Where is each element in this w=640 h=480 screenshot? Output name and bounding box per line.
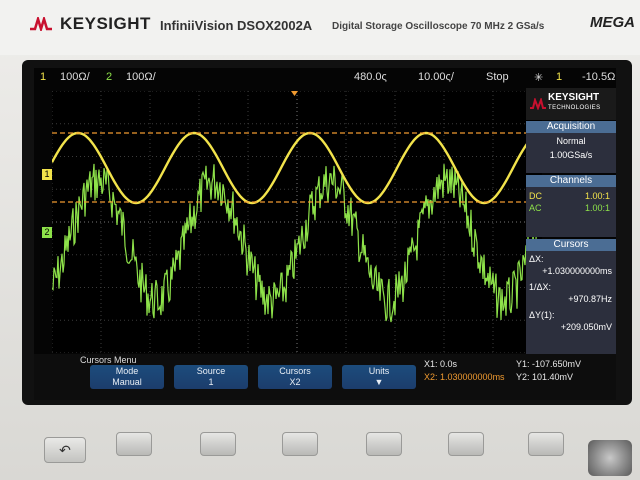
channels-header[interactable]: Channels <box>526 175 616 187</box>
ch1-scale[interactable]: 100Ω/ <box>60 71 90 83</box>
panel-logo: KEYSIGHT TECHNOLOGIES <box>526 88 616 120</box>
back-button[interactable]: ↶ <box>44 437 86 463</box>
trigger-edge-icon: ✳ <box>534 72 544 84</box>
ch1-ground-marker[interactable]: 1 <box>42 169 52 180</box>
softkey-hw-button-4[interactable] <box>366 432 402 456</box>
softkey-hw-button-2[interactable] <box>200 432 236 456</box>
waveform-display[interactable] <box>50 90 543 354</box>
model-name: InfiniiVision DSOX2002A <box>160 18 313 33</box>
trigger-source: 1 <box>556 71 563 83</box>
softkey-hw-button-6[interactable] <box>528 432 564 456</box>
ch1-number: 1 <box>40 71 47 83</box>
delta-y-value: +209.050mV <box>560 322 612 332</box>
acquisition-rate: 1.00GSa/s <box>549 150 593 160</box>
softkey-hw-button-1[interactable] <box>116 432 152 456</box>
series-logo: MEGA <box>590 14 635 31</box>
display-screen: 1 100Ω/ 2 100Ω/ 480.0ς 10.00ς/ Stop ✳ 1 … <box>34 68 616 400</box>
keysight-wave-icon <box>530 96 546 115</box>
time-position[interactable]: 480.0ς <box>354 71 387 83</box>
softkey-units[interactable]: Units ▼ <box>342 365 416 389</box>
ch2-probe: 1.00:1 <box>584 203 610 213</box>
ch1-coupling: DC <box>529 191 542 201</box>
cursor-y1-readout: Y1: -107.650mV <box>516 359 582 369</box>
softkey-mode[interactable]: Mode Manual <box>90 365 164 389</box>
inv-delta-x-label: 1/ΔX: <box>529 282 552 292</box>
softkey-mode-value: Manual <box>112 377 142 387</box>
softkey-source-value: 1 <box>208 377 214 387</box>
softkey-hw-button-3[interactable] <box>282 432 318 456</box>
back-arrow-icon: ↶ <box>59 442 71 458</box>
softkey-cursors-value: X2 <box>289 377 301 387</box>
acquisition-header[interactable]: Acquisition <box>526 121 616 133</box>
waveform-svg <box>50 90 543 354</box>
cursor-x1-readout: X1: 0.0s <box>424 359 458 369</box>
panel-logo-brand: KEYSIGHT <box>548 92 600 103</box>
bnc-connector <box>588 440 632 476</box>
softkey-source-label: Source <box>196 366 226 376</box>
inv-delta-x-value: +970.87Hz <box>568 294 612 304</box>
ch2-scale[interactable]: 100Ω/ <box>126 71 156 83</box>
cursors-body: ΔX: +1.030000000ms 1/ΔX: +970.87Hz ΔY(1)… <box>526 251 616 354</box>
cursors-header[interactable]: Cursors <box>526 239 616 251</box>
brand-name: KEYSIGHT <box>60 14 151 33</box>
softkey-units-label: Units <box>368 366 390 376</box>
softkey-menu: Cursors Menu Mode Manual Source 1 Cursor… <box>34 354 616 400</box>
info-panel: KEYSIGHT TECHNOLOGIES Acquisition Normal… <box>526 88 616 354</box>
ch2-coupling: AC <box>529 203 542 213</box>
ch2-marker-label: 2 <box>44 227 50 237</box>
acquisition-mode: Normal <box>556 136 586 146</box>
softkey-mode-label: Mode <box>115 366 139 376</box>
panel-logo-sub: TECHNOLOGIES <box>548 105 601 111</box>
time-scale[interactable]: 10.00ς/ <box>418 71 454 83</box>
cursor-y2-readout: Y2: 101.40mV <box>516 372 574 382</box>
softkey-hw-button-5[interactable] <box>448 432 484 456</box>
status-bar: 1 100Ω/ 2 100Ω/ 480.0ς 10.00ς/ Stop ✳ 1 … <box>34 68 616 88</box>
ch2-number: 2 <box>106 71 113 83</box>
model-description: Digital Storage Oscilloscope 70 MHz 2 GS… <box>332 21 545 32</box>
ch2-ground-marker[interactable]: 2 <box>42 227 52 238</box>
trigger-level[interactable]: -10.5Ω <box>582 71 615 83</box>
delta-x-label: ΔX: <box>529 254 544 264</box>
cursor-x2-readout: X2: 1.030000000ms <box>424 372 505 382</box>
channels-body: DC 1.00:1 AC 1.00:1 <box>526 187 616 237</box>
brand: KEYSIGHT <box>30 14 151 34</box>
run-state[interactable]: Stop <box>486 71 509 83</box>
delta-y-label: ΔY(1): <box>529 310 555 320</box>
delta-x-value: +1.030000000ms <box>542 266 612 276</box>
ch1-probe: 1.00:1 <box>584 191 610 201</box>
softkey-source[interactable]: Source 1 <box>174 365 248 389</box>
menu-title: Cursors Menu <box>80 355 137 365</box>
ch1-marker-label: 1 <box>44 169 50 179</box>
keysight-wave-icon <box>30 17 52 31</box>
acquisition-body: Normal 1.00GSa/s <box>526 133 616 173</box>
softkey-cursors[interactable]: Cursors X2 <box>258 365 332 389</box>
softkey-cursors-label: Cursors <box>279 366 311 376</box>
softkey-units-value: ▼ <box>374 377 384 387</box>
